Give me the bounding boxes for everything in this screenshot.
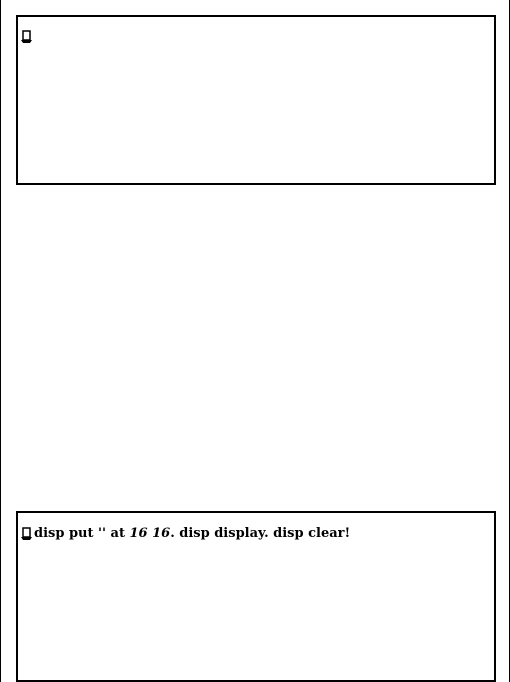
command-text-2: . disp display. disp clear	[170, 526, 345, 541]
caret-hat-icon	[21, 526, 32, 540]
command-coords: 16 16	[129, 526, 171, 541]
command-bang: !	[344, 526, 351, 541]
top-text-pane[interactable]	[16, 15, 496, 185]
bottom-text-pane[interactable]: disp put '' at 16 16. disp display. disp…	[16, 511, 496, 682]
window: disp put '' at 16 16. disp display. disp…	[0, 0, 510, 682]
command-text-1: disp put '' at	[34, 526, 130, 541]
bottom-input-line[interactable]: disp put '' at 16 16. disp display. disp…	[20, 526, 350, 541]
top-input-line[interactable]	[20, 30, 34, 44]
caret-hat-icon	[21, 30, 32, 43]
